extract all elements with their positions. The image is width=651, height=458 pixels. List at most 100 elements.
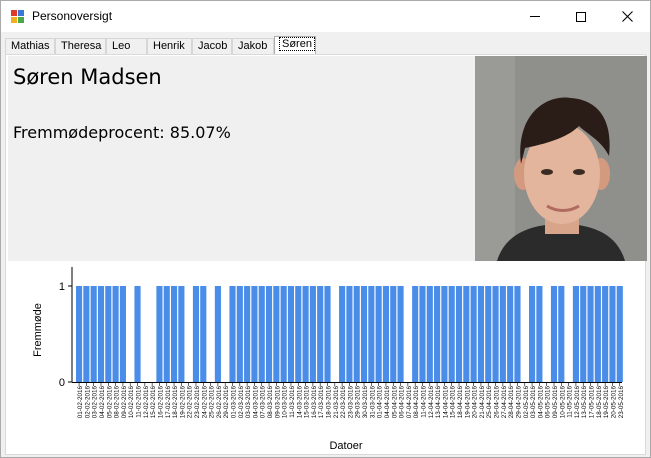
bar [536, 286, 543, 382]
y-tick-label: 1 [59, 281, 65, 293]
bar [273, 286, 280, 382]
x-tick-label: 18-05-2016 [596, 386, 603, 419]
x-tick-label: 07-03-2016 [260, 386, 267, 419]
x-tick-label: 08-03-2016 [267, 386, 274, 419]
bar [434, 286, 441, 382]
x-tick-label: 19-02-2016 [179, 386, 186, 419]
tab-jakob[interactable]: Jakob [232, 38, 274, 55]
app-icon[interactable] [11, 10, 24, 23]
window-title: Personoversigt [32, 9, 113, 23]
bar [580, 286, 587, 382]
bar [463, 286, 470, 382]
bar [339, 286, 346, 382]
tab-label: Theresa [61, 40, 102, 52]
minimize-icon [530, 16, 540, 17]
bar [368, 286, 375, 382]
bar [470, 286, 477, 382]
x-tick-label: 07-04-2016 [406, 386, 413, 419]
bar [382, 286, 390, 382]
maximize-button[interactable] [558, 1, 604, 32]
tab-henrik[interactable]: Henrik [147, 38, 192, 55]
x-tick-label: 09-03-2016 [274, 386, 281, 419]
app-window: Personoversigt Mathias Theresa Leo Henri… [0, 0, 651, 458]
x-tick-label: 16-02-2016 [157, 386, 164, 419]
bar [302, 286, 309, 382]
x-tick-label: 19-04-2016 [464, 386, 471, 419]
x-tick-label: 23-03-2016 [347, 386, 354, 419]
x-tick-label: 02-02-2016 [84, 386, 91, 419]
x-tick-label: 03-03-2016 [245, 386, 252, 419]
bar [280, 286, 287, 382]
x-tick-label: 15-03-2016 [304, 386, 311, 419]
y-axis-title: Fremmøde [32, 303, 44, 357]
bar [309, 286, 316, 382]
x-tick-label: 10-02-2016 [128, 386, 135, 419]
bar [419, 286, 426, 382]
x-tick-label: 12-04-2016 [428, 386, 435, 419]
bar [375, 286, 382, 382]
x-tick-label: 23-05-2016 [618, 386, 625, 419]
x-tick-label: 31-03-2016 [369, 386, 376, 419]
x-tick-label: 13-04-2016 [435, 386, 442, 419]
tab-label: Mathias [11, 40, 50, 52]
x-tick-label: 05-02-2016 [106, 386, 113, 419]
x-tick-label: 11-04-2016 [420, 386, 427, 418]
x-tick-label: 09-05-2016 [552, 386, 559, 419]
bar [200, 286, 207, 382]
tab-leo[interactable]: Leo [106, 38, 147, 55]
close-button[interactable] [604, 1, 650, 32]
bar [353, 286, 360, 382]
x-tick-label: 05-04-2016 [391, 386, 398, 419]
x-tick-label: 13-05-2016 [581, 386, 588, 419]
tab-jacob[interactable]: Jacob [192, 38, 232, 55]
x-tick-label: 11-03-2016 [289, 386, 296, 418]
x-tick-label: 11-02-2016 [136, 386, 143, 418]
tab-page-soren: Søren Madsen Fremmødeprocent: 85.07% 010… [5, 54, 647, 455]
x-tick-label: 25-04-2016 [486, 386, 493, 419]
x-tick-label: 18-04-2016 [457, 386, 464, 419]
x-tick-label: 10-03-2016 [282, 386, 289, 419]
bar [119, 286, 126, 382]
x-tick-label: 03-05-2016 [530, 386, 537, 419]
bar [397, 286, 404, 382]
bar [514, 286, 521, 382]
maximize-icon [576, 11, 586, 22]
x-tick-label: 01-02-2016 [77, 386, 84, 419]
tab-theresa[interactable]: Theresa [55, 38, 106, 55]
attendance-chart: 0 1 01-02-2016 02-02-2016 03-02-2016 04-02-20… [8, 261, 645, 454]
bar [295, 286, 302, 382]
x-axis-title: Datoer [329, 440, 362, 452]
x-tick-label: 12-02-2016 [143, 386, 150, 419]
tab-soren[interactable]: Søren [274, 36, 316, 55]
x-tick-label: 01-04-2016 [377, 386, 384, 419]
tab-label: Søren [279, 37, 315, 51]
title-bar[interactable]: Personoversigt [1, 1, 650, 32]
x-tick-label: 06-04-2016 [399, 386, 406, 419]
bar [76, 286, 83, 382]
bar [609, 286, 616, 382]
bar [170, 286, 178, 382]
bar [390, 286, 397, 382]
bar [441, 286, 448, 382]
bar [426, 286, 433, 382]
bar [602, 286, 609, 382]
bar [412, 286, 419, 382]
minimize-button[interactable] [512, 1, 558, 32]
bar [156, 286, 163, 382]
x-tick-label: 16-03-2016 [311, 386, 318, 419]
tab-mathias[interactable]: Mathias [5, 38, 55, 55]
x-tick-label: 03-02-2016 [92, 386, 99, 419]
bar [214, 286, 221, 382]
bar [455, 286, 463, 382]
person-photo [475, 56, 647, 261]
x-tick-label: 29-02-2016 [223, 386, 230, 419]
x-tick-label: 18-02-2016 [172, 386, 179, 419]
x-tick-label: 19-05-2016 [603, 386, 610, 419]
x-tick-label: 27-04-2016 [501, 386, 508, 419]
bar [265, 286, 273, 382]
x-tick-label: 24-02-2016 [201, 386, 208, 419]
x-tick-label: 10-05-2016 [559, 386, 566, 419]
bar [90, 286, 97, 382]
x-tick-label: 29-04-2016 [515, 386, 522, 419]
x-tick-label: 28-04-2016 [508, 386, 515, 419]
